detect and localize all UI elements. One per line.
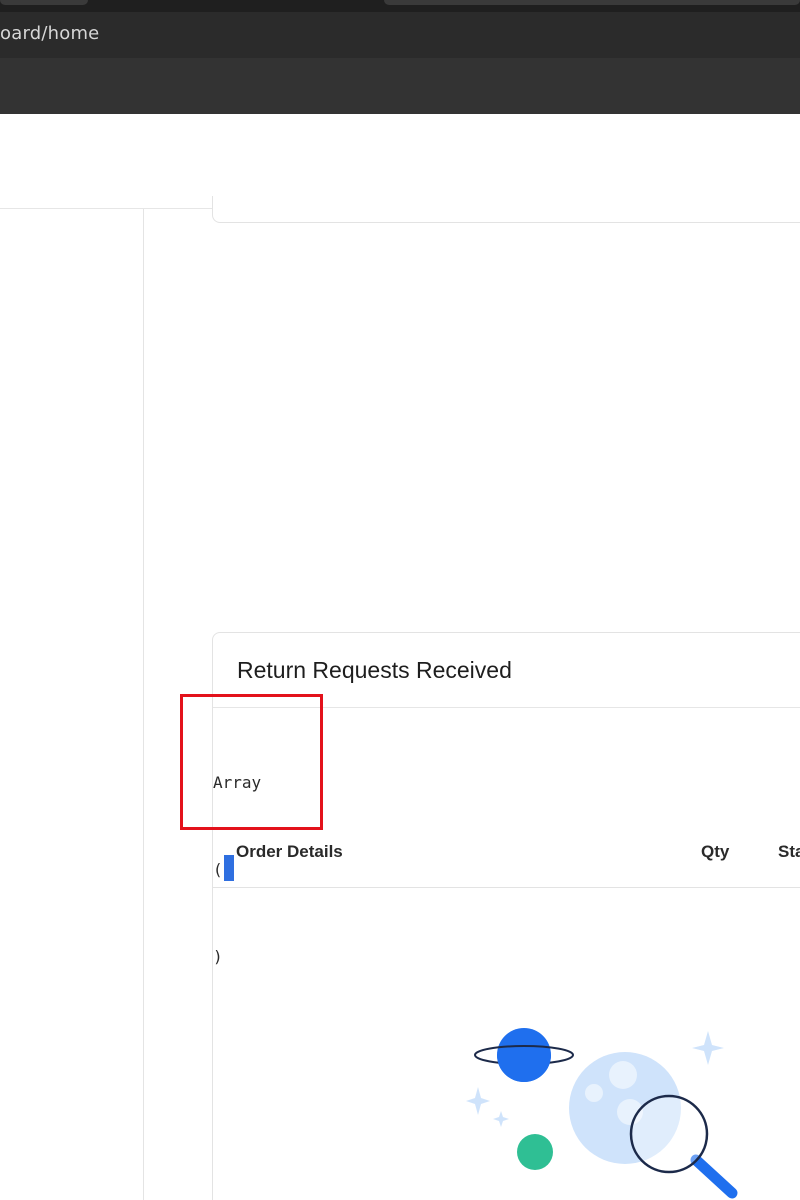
url-text[interactable]: oard/home <box>0 23 99 44</box>
previous-card <box>212 196 800 223</box>
green-dot-icon <box>517 1134 553 1170</box>
browser-tab-strip <box>0 0 800 12</box>
debug-line: ) <box>213 947 223 966</box>
column-header-qty[interactable]: Qty <box>701 842 729 862</box>
text-cursor <box>223 855 234 881</box>
browser-tab[interactable] <box>0 0 88 5</box>
browser-tab[interactable] <box>384 0 800 5</box>
card-title: Return Requests Received <box>237 657 512 683</box>
browser-address-bar[interactable] <box>0 12 800 58</box>
magnifier-icon <box>629 1094 738 1199</box>
sidebar <box>0 209 144 1200</box>
column-header-order-details[interactable]: Order Details <box>236 842 343 862</box>
table-header-divider <box>213 887 800 888</box>
annotation-highlight-box <box>180 694 323 830</box>
planet-icon <box>474 1028 574 1082</box>
app-header <box>0 114 800 209</box>
browser-bookmarks-bar <box>0 58 800 114</box>
empty-state-illustration <box>466 1028 738 1199</box>
page: oard/home Return Requests Received Array… <box>0 0 800 1200</box>
column-header-status[interactable]: Sta <box>778 842 800 862</box>
